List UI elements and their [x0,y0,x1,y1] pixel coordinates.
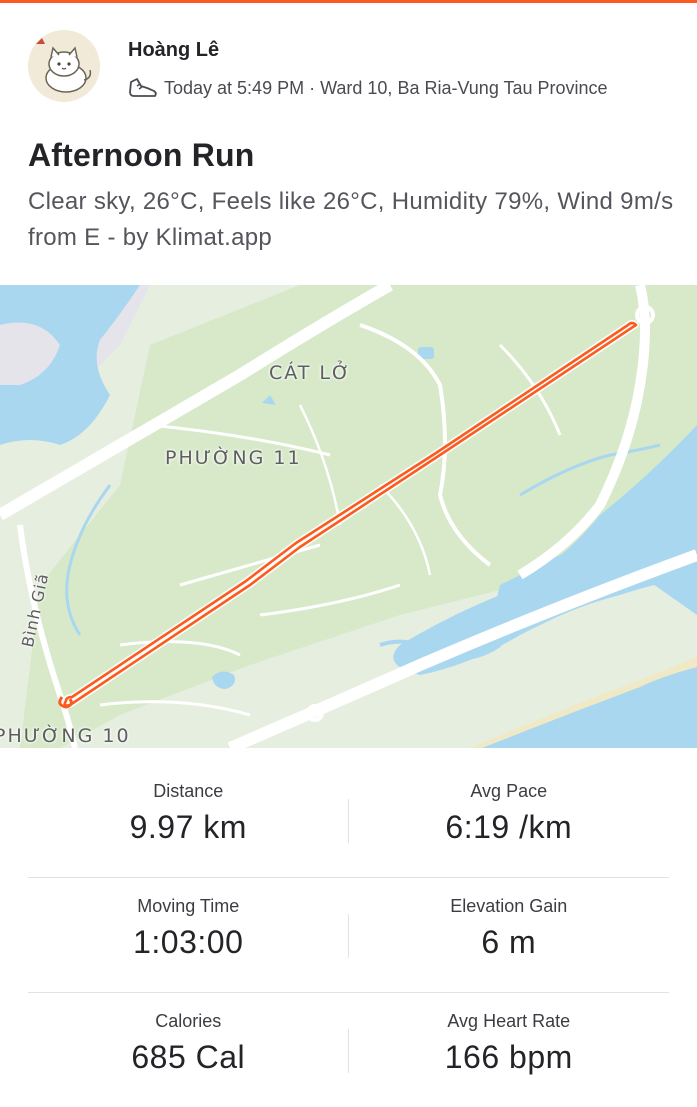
stat-label: Distance [153,781,224,801]
stat-value: 9.97 km [129,809,247,845]
stats-row: Distance 9.97 km Avg Pace 6:19 /km [28,763,669,877]
map-label-phuong-11: PHƯỜNG 11 [165,447,302,469]
activity-stats: Distance 9.97 km Avg Pace 6:19 /km Movin… [28,763,669,1107]
shoe-icon [129,78,157,97]
stat-avg-heart-rate: Avg Heart Rate 166 bpm [349,993,670,1107]
activity-meta: Today at 5:49 PM · Ward 10, Ba Ria-Vung … [128,75,608,101]
activity-date-location: Today at 5:49 PM · Ward 10, Ba Ria-Vung … [164,77,608,98]
stat-value: 1:03:00 [133,924,244,960]
stat-moving-time: Moving Time 1:03:00 [28,878,349,992]
stat-value: 6 m [481,924,537,960]
map-label-cat-lo: CÁT LỞ [269,362,352,384]
map-label-phuong-10: PHƯỜNG 10 [0,725,131,747]
stat-label: Avg Pace [470,781,548,801]
stat-avg-pace: Avg Pace 6:19 /km [349,763,670,877]
stat-calories: Calories 685 Cal [28,993,349,1107]
stat-distance: Distance 9.97 km [28,763,349,877]
activity-description: Clear sky, 26°C, Feels like 26°C, Humidi… [28,188,674,251]
stat-value: 685 Cal [131,1039,246,1075]
stats-row: Moving Time 1:03:00 Elevation Gain 6 m [28,877,669,992]
athlete-name[interactable]: Hoàng Lê [128,39,219,62]
stat-elevation-gain: Elevation Gain 6 m [349,878,670,992]
stat-label: Moving Time [137,896,240,916]
activity-header: Hoàng Lê Today at 5:49 PM · Ward 10, Ba … [0,3,697,128]
stat-label: Avg Heart Rate [447,1011,571,1031]
activity-title[interactable]: Afternoon Run [28,137,255,174]
stat-value: 166 bpm [444,1039,573,1075]
route-map[interactable]: CÁT LỞ PHƯỜNG 11 PHƯỜNG 10 Bình Giã [0,285,697,748]
cat-avatar-icon[interactable] [28,30,100,102]
stat-value: 6:19 /km [445,809,573,845]
stat-label: Calories [155,1011,222,1031]
stats-row: Calories 685 Cal Avg Heart Rate 166 bpm [28,992,669,1107]
stat-label: Elevation Gain [450,896,568,916]
